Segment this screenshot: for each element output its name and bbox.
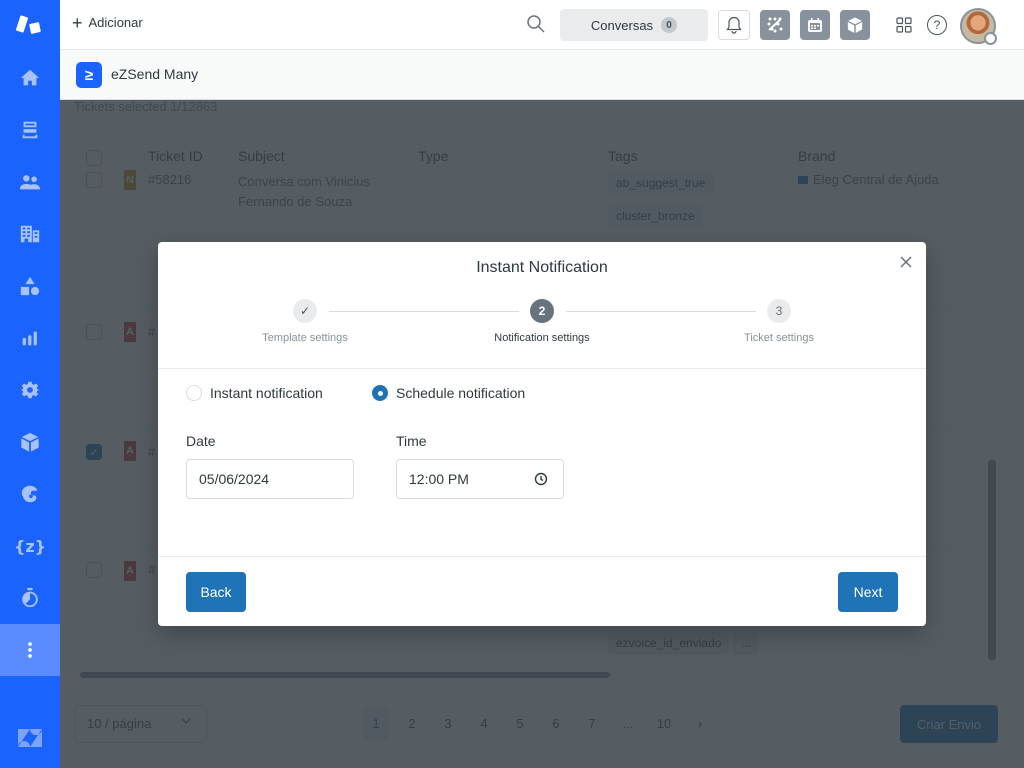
sidebar-item-home[interactable] (0, 52, 60, 104)
sidebar-item-placeholders[interactable]: {z} (0, 520, 60, 572)
close-icon[interactable] (898, 254, 914, 270)
conversations-label: Conversas (590, 17, 654, 33)
add-button-label: Adicionar (88, 15, 143, 30)
sidebar-item-organizations[interactable] (0, 208, 60, 260)
sidebar-item-apps[interactable] (0, 416, 60, 468)
step-connector (329, 311, 519, 312)
app-button-cube[interactable] (840, 10, 870, 40)
time-input[interactable]: 12:00 PM (396, 459, 564, 499)
user-avatar[interactable] (960, 8, 997, 45)
app-root: {z} + Adicionar Conversas 0 ? ≥ eZSend M… (0, 0, 1024, 768)
next-button[interactable]: Next (838, 572, 898, 612)
step-3-label: Ticket settings (744, 332, 814, 344)
pattern-app-icon (767, 17, 783, 33)
radio-label: Schedule notification (396, 385, 526, 401)
sidebar-item-mailchimp[interactable] (0, 468, 60, 520)
app-header: ≥ eZSend Many (60, 50, 1024, 100)
status-indicator (984, 32, 997, 45)
step-2-label: Notification settings (494, 332, 590, 344)
sidebar-item-timer[interactable] (0, 572, 60, 624)
modal-divider (158, 368, 926, 369)
cube-icon (21, 432, 39, 452)
step-3-marker: 3 (767, 299, 791, 323)
home-icon (20, 69, 40, 86)
inbox-icon (22, 121, 38, 139)
instant-notification-radio[interactable]: Instant notification (186, 385, 323, 401)
product-tray-icon[interactable] (896, 17, 912, 33)
sidebar-item-objects[interactable] (0, 260, 60, 312)
gear-icon (20, 381, 40, 399)
more-vertical-icon (28, 642, 32, 658)
shapes-icon (20, 276, 40, 296)
mailchimp-icon (21, 485, 38, 503)
sidebar-item-more[interactable] (0, 624, 60, 676)
sidebar-item-reporting[interactable] (0, 312, 60, 364)
cube-app-icon (847, 17, 863, 33)
add-button[interactable]: + Adicionar (72, 12, 143, 33)
date-label: Date (186, 433, 216, 449)
notifications-button[interactable] (718, 10, 750, 40)
conversations-button[interactable]: Conversas 0 (560, 9, 708, 41)
sidebar-item-customers[interactable] (0, 156, 60, 208)
stopwatch-icon (22, 587, 38, 608)
step-connector (566, 311, 756, 312)
schedule-notification-radio[interactable]: Schedule notification (372, 385, 525, 401)
top-bar: + Adicionar Conversas 0 ? (60, 0, 1024, 50)
sidebar-item-views[interactable] (0, 104, 60, 156)
clock-icon[interactable] (534, 472, 548, 486)
users-icon (19, 175, 41, 190)
modal-footer-divider (158, 556, 926, 557)
conversations-count: 0 (661, 17, 678, 33)
radio-unchecked[interactable] (186, 385, 202, 401)
step-2-marker: 2 (530, 299, 554, 323)
sidebar-item-admin[interactable] (0, 364, 60, 416)
modal-title: Instant Notification (476, 259, 608, 276)
time-value: 12:00 PM (409, 471, 469, 487)
braces-icon: {z} (13, 536, 47, 556)
calendar-icon (808, 18, 822, 32)
plus-icon: + (72, 12, 83, 33)
bar-chart-icon (22, 331, 37, 346)
app-title: eZSend Many (111, 66, 199, 82)
zendesk-logo-icon[interactable] (0, 0, 60, 50)
date-value: 05/06/2024 (199, 471, 270, 487)
help-icon[interactable]: ? (927, 15, 947, 35)
bell-icon (726, 16, 742, 34)
ezsend-logo-icon: ≥ (76, 62, 102, 88)
building-icon (20, 225, 40, 243)
radio-checked[interactable] (372, 385, 388, 401)
radio-label: Instant notification (210, 385, 323, 401)
app-button-calendar[interactable] (800, 10, 830, 40)
step-1-label: Template settings (262, 332, 348, 344)
app-button-integrations[interactable] (760, 10, 790, 40)
instant-notification-modal: Instant Notification ✓ 2 3 Template sett… (158, 242, 926, 626)
date-input[interactable]: 05/06/2024 (186, 459, 354, 499)
search-icon[interactable] (526, 14, 546, 34)
zendesk-brand-icon (0, 718, 60, 758)
sidebar: {z} (0, 0, 60, 768)
step-1-marker: ✓ (293, 299, 317, 323)
time-label: Time (396, 433, 427, 449)
back-button[interactable]: Back (186, 572, 246, 612)
